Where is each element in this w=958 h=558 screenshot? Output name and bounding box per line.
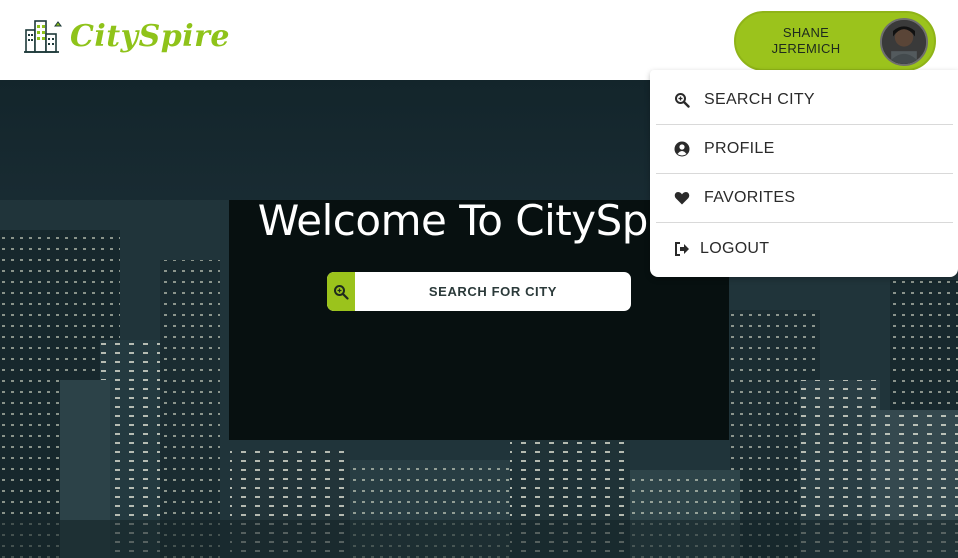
user-dropdown-menu: SEARCH CITY PROFILE FAVORITES LOGOUT: [650, 70, 958, 277]
user-circle-icon: [674, 141, 690, 157]
brand-logo[interactable]: CitySpire: [22, 16, 230, 56]
user-menu-button[interactable]: SHANE JEREMICH: [734, 11, 936, 71]
sign-out-icon: [674, 241, 690, 257]
avatar: [880, 18, 928, 66]
city-buildings-icon: [24, 20, 62, 53]
menu-item-search-city[interactable]: SEARCH CITY: [656, 76, 953, 125]
menu-item-label: PROFILE: [704, 140, 775, 157]
user-last-name: JEREMICH: [771, 41, 841, 56]
heart-icon: [674, 190, 690, 206]
search-icon: [674, 92, 690, 108]
top-nav: CitySpire SHANE JEREMICH: [0, 0, 958, 80]
search-icon: [327, 272, 355, 311]
menu-item-logout[interactable]: LOGOUT: [656, 224, 953, 273]
menu-item-label: LOGOUT: [700, 239, 770, 257]
user-first-name: SHANE: [782, 25, 830, 40]
search-button-label: SEARCH FOR CITY: [428, 284, 558, 299]
menu-item-label: SEARCH CITY: [704, 91, 815, 108]
brand-name: CitySpire: [70, 18, 230, 54]
avatar-image: [882, 20, 926, 64]
user-name: SHANE JEREMICH: [736, 25, 876, 57]
menu-item-label: FAVORITES: [704, 189, 796, 206]
menu-item-profile[interactable]: PROFILE: [656, 125, 953, 174]
menu-item-favorites[interactable]: FAVORITES: [656, 174, 953, 223]
search-for-city-button[interactable]: SEARCH FOR CITY: [327, 272, 631, 311]
